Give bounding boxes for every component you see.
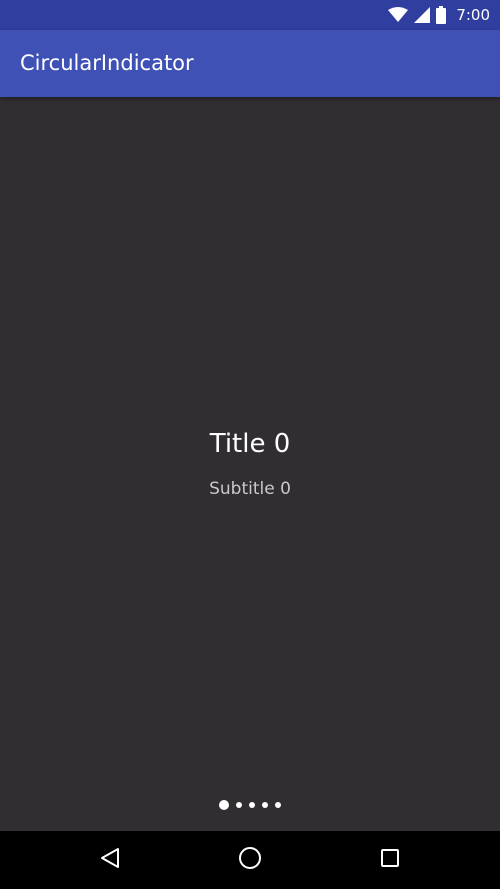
status-bar: 7:00 <box>0 0 500 30</box>
battery-icon <box>436 6 447 24</box>
status-clock: 7:00 <box>456 6 490 24</box>
indicator-dot[interactable] <box>275 802 281 808</box>
app-screen: 7:00 CircularIndicator Title 0 Subtitle … <box>0 0 500 889</box>
wifi-icon <box>388 7 409 23</box>
viewpager-page[interactable]: Title 0 Subtitle 0 <box>0 97 500 831</box>
back-button[interactable] <box>80 831 140 889</box>
home-button[interactable] <box>220 831 280 889</box>
cell-signal-icon <box>414 7 431 23</box>
indicator-dot[interactable] <box>262 802 268 808</box>
navigation-bar <box>0 831 500 889</box>
status-icons: 7:00 <box>388 0 490 30</box>
back-icon <box>99 847 121 873</box>
recents-button[interactable] <box>360 831 420 889</box>
app-bar: CircularIndicator <box>0 30 500 97</box>
circular-indicator[interactable] <box>0 797 500 813</box>
page-title: Title 0 <box>209 429 291 459</box>
indicator-dot-selected[interactable] <box>219 800 229 810</box>
page-subtitle: Subtitle 0 <box>209 479 291 499</box>
recents-icon <box>379 847 401 873</box>
app-title: CircularIndicator <box>20 51 194 75</box>
home-icon <box>238 846 262 874</box>
indicator-dot[interactable] <box>236 802 242 808</box>
indicator-dot[interactable] <box>249 802 255 808</box>
